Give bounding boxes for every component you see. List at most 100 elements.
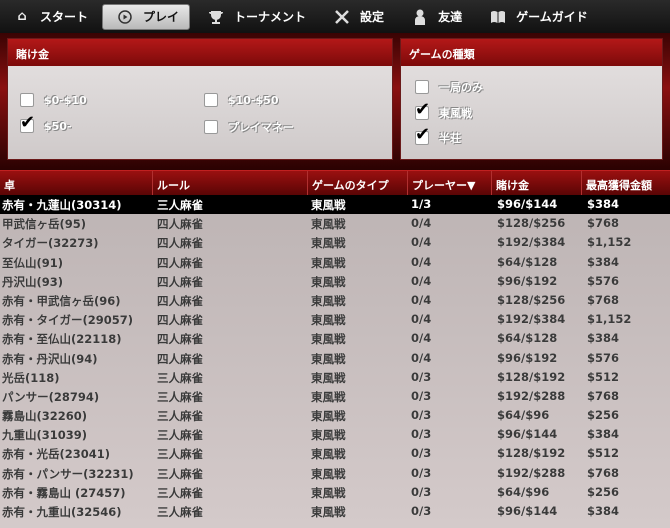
column-header-players[interactable]: プレーヤー▼ xyxy=(408,171,492,196)
table-row[interactable]: 赤有・丹沢山(94) 四人麻雀 東風戦 0/4 $96/$192 $576 xyxy=(0,349,670,368)
column-header-stakes[interactable]: 賭け金 xyxy=(492,171,582,196)
cell-game-type: 東風戦 xyxy=(311,409,346,424)
type-checkbox-hanchan[interactable] xyxy=(415,124,430,145)
type-option-tonpuusen[interactable]: 東風戦 xyxy=(415,99,472,121)
cell-table-name: 赤有・霧島山 (27457) xyxy=(2,485,126,500)
type-checkbox-tonpuusen[interactable] xyxy=(415,99,430,120)
column-header-table[interactable]: 卓 xyxy=(0,171,153,196)
table-row[interactable]: 光岳(118) 三人麻雀 東風戦 0/3 $128/$192 $512 xyxy=(0,368,670,387)
cell-table-name: 赤有・九蓮山(30314) xyxy=(2,198,122,212)
cell-players: 0/4 xyxy=(411,235,432,250)
cell-players: 0/3 xyxy=(411,504,432,518)
table-row[interactable]: 赤有・霧島山 (27457) 三人麻雀 東風戦 0/3 $64/$96 $256 xyxy=(0,483,670,502)
nav-friends[interactable]: 友達 xyxy=(398,4,472,30)
stake-label-play-money: プレイマネー xyxy=(228,121,294,134)
cell-rule: 四人麻雀 xyxy=(157,274,203,289)
cell-stakes: $96/$144 xyxy=(497,197,558,211)
stake-label-10-50: $10-$50 xyxy=(228,93,279,107)
table-row[interactable]: 赤有・パンサー(32231) 三人麻雀 東風戦 0/3 $192/$288 $768 xyxy=(0,464,670,483)
cell-players: 0/3 xyxy=(411,427,432,442)
cell-stakes: $128/$256 xyxy=(497,292,566,307)
table-row[interactable]: タイガー(32273) 四人麻雀 東風戦 0/4 $192/$384 $1,152 xyxy=(0,233,670,252)
stake-option-play-money[interactable]: プレイマネー xyxy=(204,119,294,135)
cell-rule: 四人麻雀 xyxy=(157,236,203,251)
stake-option-50-plus[interactable]: $50- xyxy=(20,112,72,133)
cell-players: 0/3 xyxy=(411,388,432,403)
game-type-panel: ゲームの種類 一局のみ 東風戦 半荘 xyxy=(400,38,663,160)
cell-game-type: 東風戦 xyxy=(311,351,346,366)
type-option-single[interactable]: 一局のみ xyxy=(415,79,483,95)
cell-game-type: 東風戦 xyxy=(311,217,346,232)
column-header-game-type[interactable]: ゲームのタイプ xyxy=(308,171,408,196)
cell-stakes: $64/$128 xyxy=(497,254,558,269)
cell-stakes: $96/$144 xyxy=(497,504,558,518)
cell-players: 0/3 xyxy=(411,408,432,423)
play-icon xyxy=(117,9,133,25)
table-row[interactable]: 丹沢山(93) 四人麻雀 東風戦 0/4 $96/$192 $576 xyxy=(0,272,670,291)
stake-option-10-50[interactable]: $10-$50 xyxy=(204,93,279,107)
nav-play[interactable]: プレイ xyxy=(102,3,191,30)
column-header-max-win[interactable]: 最高獲得金額 xyxy=(582,171,670,196)
cell-table-name: 至仏山(91) xyxy=(2,255,64,270)
cell-rule: 四人麻雀 xyxy=(157,217,203,232)
cell-table-name: タイガー(32273) xyxy=(2,236,99,251)
person-icon xyxy=(412,9,428,25)
nav-guide-label: ゲームガイド xyxy=(516,10,588,24)
table-row[interactable]: パンサー(28794) 三人麻雀 東風戦 0/3 $192/$288 $768 xyxy=(0,387,670,406)
nav-start[interactable]: ⌂ スタート xyxy=(0,4,98,30)
stake-checkbox-50-plus[interactable] xyxy=(20,112,35,133)
cell-max-win: $576 xyxy=(587,273,620,288)
type-option-hanchan[interactable]: 半荘 xyxy=(415,124,461,146)
table-row[interactable]: 甲武信ヶ岳(95) 四人麻雀 東風戦 0/4 $128/$256 $768 xyxy=(0,214,670,233)
type-checkbox-single[interactable] xyxy=(415,80,429,94)
cell-table-name: 丹沢山(93) xyxy=(2,274,64,289)
table-row[interactable]: 赤有・光岳(23041) 三人麻雀 東風戦 0/3 $128/$192 $512 xyxy=(0,444,670,463)
nav-tournament[interactable]: トーナメント xyxy=(194,4,316,30)
cell-players: 0/4 xyxy=(411,254,432,269)
cell-stakes: $64/$96 xyxy=(497,408,550,423)
stake-checkbox-10-50[interactable] xyxy=(204,93,218,107)
cell-max-win: $256 xyxy=(587,484,620,499)
cell-max-win: $512 xyxy=(587,446,620,461)
table-row[interactable]: 霧島山(32260) 三人麻雀 東風戦 0/3 $64/$96 $256 xyxy=(0,406,670,425)
cell-stakes: $128/$192 xyxy=(497,369,566,384)
cell-players: 0/4 xyxy=(411,331,432,346)
cell-table-name: 赤有・至仏山(22118) xyxy=(2,332,122,347)
cell-stakes: $96/$192 xyxy=(497,273,558,288)
nav-settings[interactable]: 設定 xyxy=(320,4,394,30)
game-type-panel-title: ゲームの種類 xyxy=(401,39,662,66)
cell-rule: 四人麻雀 xyxy=(157,313,203,328)
home-icon: ⌂ xyxy=(17,9,27,24)
cell-rule: 三人麻雀 xyxy=(157,485,203,500)
cell-table-name: 赤有・パンサー(32231) xyxy=(2,466,134,481)
cell-players: 0/4 xyxy=(411,312,432,327)
stake-option-0-10[interactable]: $0-$10 xyxy=(20,93,87,107)
table-row[interactable]: 赤有・タイガー(29057) 四人麻雀 東風戦 0/4 $192/$384 $1,152 xyxy=(0,310,670,329)
nav-guide[interactable]: ゲームガイド xyxy=(476,4,598,30)
cell-players: 0/3 xyxy=(411,369,432,384)
cell-table-name: 赤有・光岳(23041) xyxy=(2,447,111,462)
cell-players: 0/3 xyxy=(411,484,432,499)
cell-game-type: 東風戦 xyxy=(311,485,346,500)
table-row[interactable]: 赤有・九重山(32546) 三人麻雀 東風戦 0/3 $96/$144 $384 xyxy=(0,502,670,521)
cell-game-type: 東風戦 xyxy=(311,236,346,251)
stake-checkbox-play-money[interactable] xyxy=(204,120,218,134)
nav-start-label: スタート xyxy=(40,10,89,24)
table-row[interactable]: 九重山(31039) 三人麻雀 東風戦 0/3 $96/$144 $384 xyxy=(0,425,670,444)
table-row[interactable]: 赤有・至仏山(22118) 四人麻雀 東風戦 0/4 $64/$128 $384 xyxy=(0,329,670,348)
cell-rule: 三人麻雀 xyxy=(157,428,203,443)
table-row[interactable]: 至仏山(91) 四人麻雀 東風戦 0/4 $64/$128 $384 xyxy=(0,253,670,272)
stake-label-50-plus: $50- xyxy=(44,119,72,133)
cell-table-name: 甲武信ヶ岳(95) xyxy=(2,217,87,232)
column-header-rule[interactable]: ルール xyxy=(153,171,308,196)
table-row[interactable]: 赤有・甲武信ヶ岳(96) 四人麻雀 東風戦 0/4 $128/$256 $768 xyxy=(0,291,670,310)
cell-rule: 四人麻雀 xyxy=(157,351,203,366)
cell-game-type: 東風戦 xyxy=(311,255,346,270)
cell-players: 0/4 xyxy=(411,216,432,231)
cell-game-type: 東風戦 xyxy=(311,505,346,519)
cell-rule: 四人麻雀 xyxy=(157,332,203,347)
table-row[interactable]: 赤有・九蓮山(30314) 三人麻雀 東風戦 1/3 $96/$144 $384 xyxy=(0,195,670,215)
stake-checkbox-0-10[interactable] xyxy=(20,93,34,107)
cell-max-win: $768 xyxy=(587,216,620,231)
trophy-icon xyxy=(208,9,224,25)
